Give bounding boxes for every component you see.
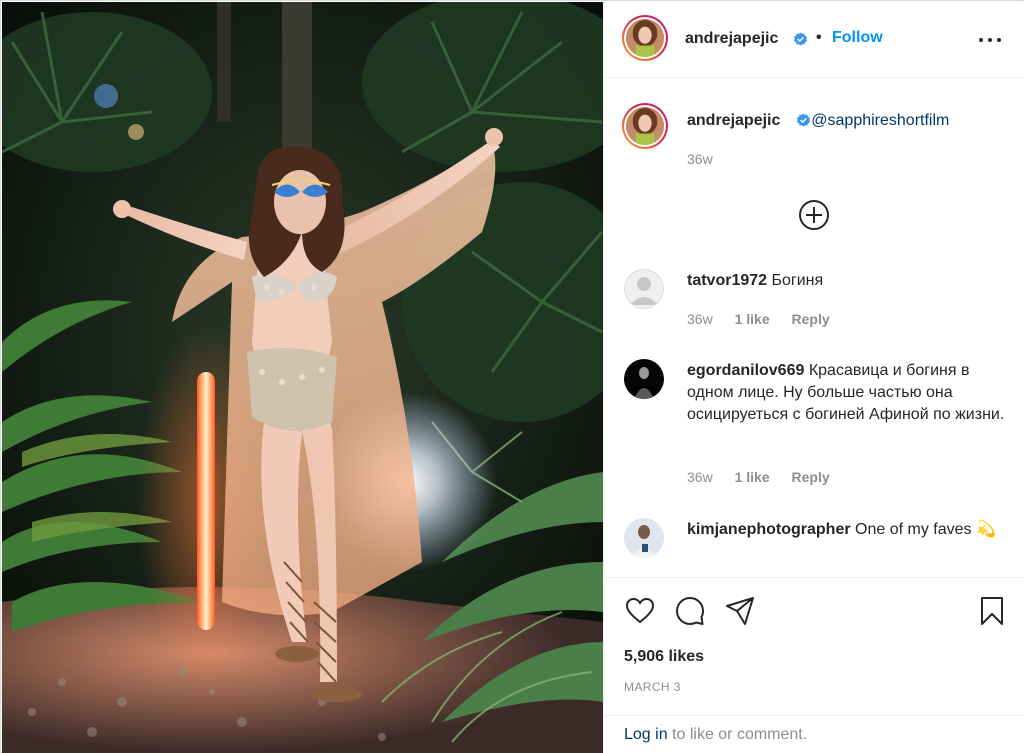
caption-username[interactable]: andrejapejic xyxy=(687,112,780,129)
post-date[interactable]: MARCH 3 xyxy=(624,680,681,694)
post-actions: 5,906 likes MARCH 3 Log in to like or co… xyxy=(604,577,1024,753)
comment-username[interactable]: kimjanephotographer xyxy=(687,521,851,538)
post-photo[interactable] xyxy=(2,2,603,753)
default-avatar-icon xyxy=(624,269,664,309)
caption-avatar-image xyxy=(626,107,664,145)
comment-body: kimjanephotographer One of my faves 💫 xyxy=(687,519,1007,541)
comment-username[interactable]: egordanilov669 xyxy=(687,362,804,379)
verified-badge-icon xyxy=(796,113,811,127)
login-prompt-text: to like or comment. xyxy=(667,726,808,743)
comment-time[interactable]: 36w xyxy=(687,311,713,327)
login-bar: Log in to like or comment. xyxy=(604,715,1024,753)
author-username[interactable]: andrejapejic xyxy=(685,30,778,48)
comment-icon[interactable] xyxy=(674,595,706,627)
comment-meta: 36w 1 like Reply xyxy=(687,311,848,327)
commenter-avatar-image xyxy=(624,518,664,558)
comment-username[interactable]: tatvor1972 xyxy=(687,272,767,289)
caption-mention-link[interactable]: @sapphireshortfilm xyxy=(811,112,949,129)
author-avatar[interactable] xyxy=(622,15,668,61)
header-separator: • xyxy=(816,29,822,46)
plus-circle-icon[interactable] xyxy=(798,199,830,231)
comment-like-count[interactable]: 1 like xyxy=(735,311,770,327)
caption-text: andrejapejic @sapphireshortfilm xyxy=(687,111,949,131)
verified-badge-icon xyxy=(793,32,808,46)
comment-text: One of my faves 💫 xyxy=(855,521,996,538)
comment-like-count[interactable]: 1 like xyxy=(735,469,770,485)
comment-reply-button[interactable]: Reply xyxy=(792,469,830,485)
commenter-avatar[interactable] xyxy=(624,518,664,558)
login-prompt: Log in to like or comment. xyxy=(624,726,807,744)
commenter-avatar-image xyxy=(624,359,664,399)
bookmark-icon[interactable] xyxy=(976,595,1008,627)
post-photo-image xyxy=(2,2,603,753)
author-avatar-image xyxy=(626,19,664,57)
comment-meta: 36w 1 like Reply xyxy=(687,469,848,485)
commenter-avatar[interactable] xyxy=(624,269,664,309)
comment-reply-button[interactable]: Reply xyxy=(792,311,830,327)
comment-text: Богиня xyxy=(771,272,824,289)
login-link[interactable]: Log in xyxy=(624,726,668,743)
more-options-icon[interactable] xyxy=(977,30,1003,48)
like-count[interactable]: 5,906 likes xyxy=(624,648,704,666)
post-header: andrejapejic • Follow xyxy=(604,2,1024,78)
heart-icon[interactable] xyxy=(624,595,656,627)
caption-timestamp[interactable]: 36w xyxy=(687,151,713,167)
comments-list[interactable]: andrejapejic @sapphireshortfilm 36w tatv… xyxy=(604,79,1024,576)
follow-button[interactable]: Follow xyxy=(832,29,883,47)
post-side-panel: andrejapejic • Follow andrejapejic @sapp… xyxy=(603,2,1024,753)
comment-body: egordanilov669 Красавица и богиня в одно… xyxy=(687,360,1007,426)
share-icon[interactable] xyxy=(724,595,756,627)
commenter-avatar[interactable] xyxy=(624,359,664,399)
instagram-post-window: andrejapejic • Follow andrejapejic @sapp… xyxy=(0,0,1024,753)
caption-author-avatar[interactable] xyxy=(622,103,668,149)
comment-body: tatvor1972 Богиня xyxy=(687,270,1007,292)
comment-time[interactable]: 36w xyxy=(687,469,713,485)
